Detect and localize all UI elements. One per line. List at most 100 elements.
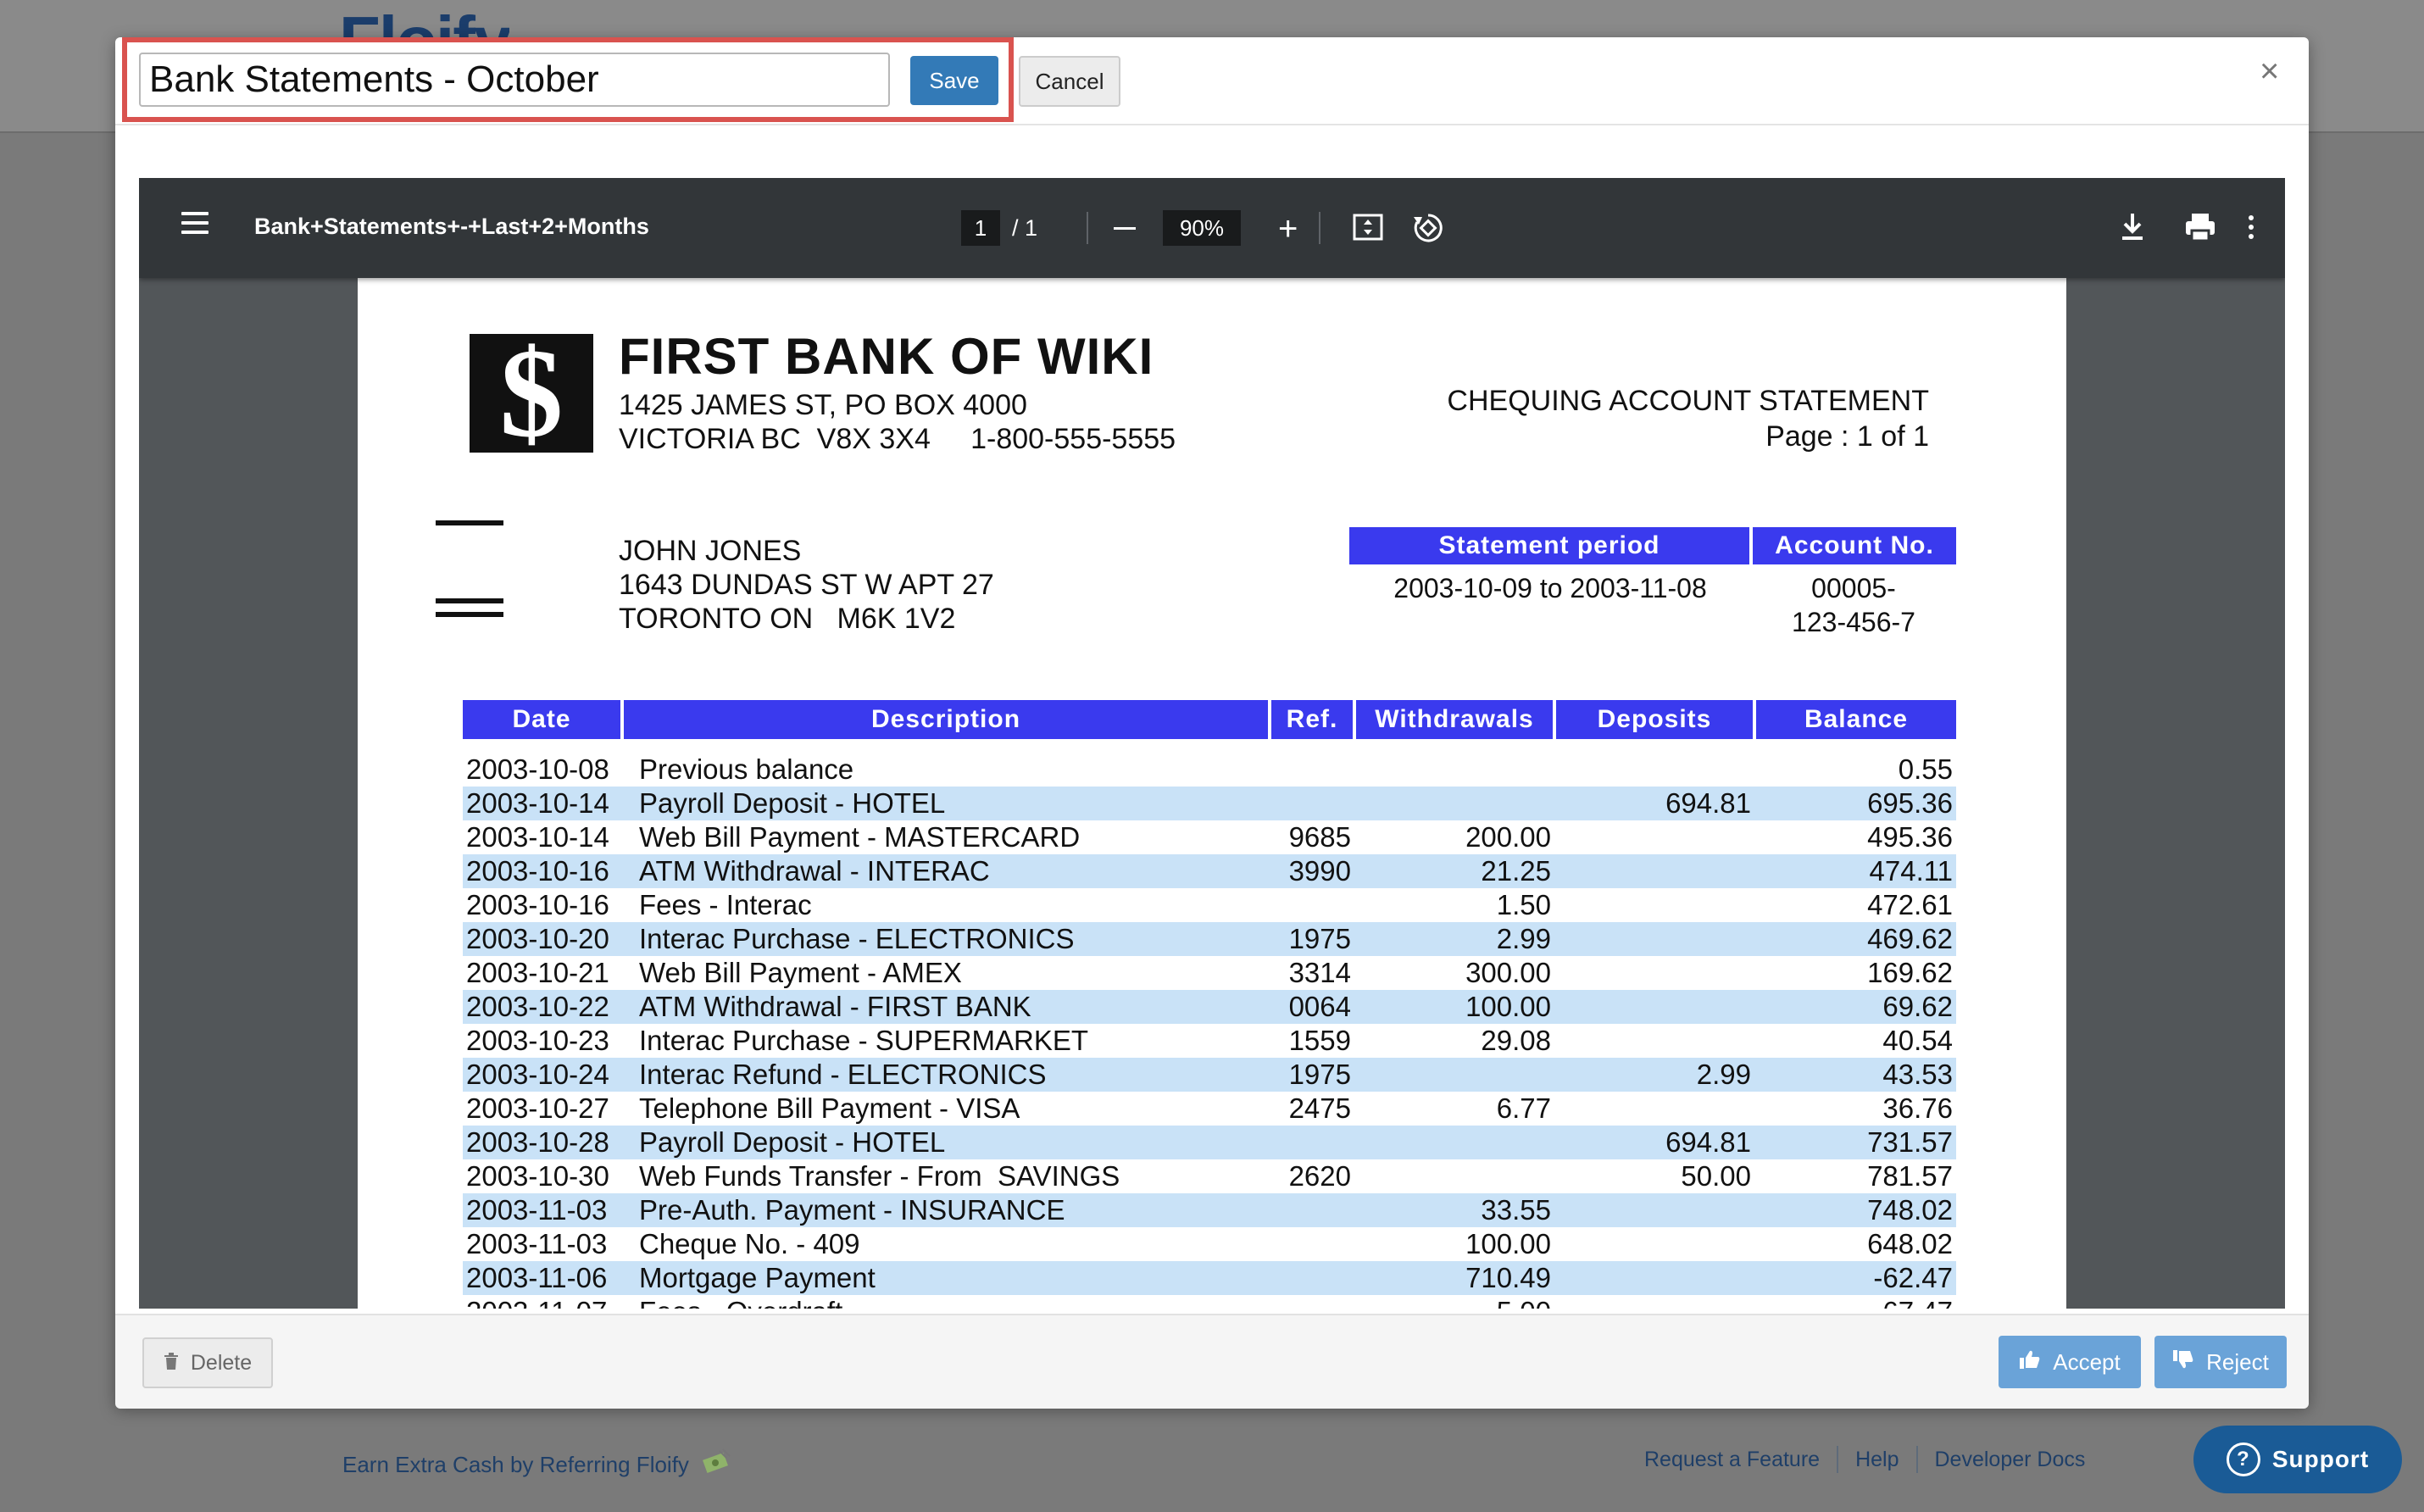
help-link[interactable]: Help bbox=[1855, 1448, 1899, 1472]
bank-name: FIRST BANK OF WIKI bbox=[619, 328, 1154, 385]
pdf-page: $ FIRST BANK OF WIKI 1425 JAMES ST, PO B… bbox=[358, 278, 2066, 1309]
table-row: 2003-10-16 Fees - Interac 1.50 472.61 bbox=[463, 888, 1956, 922]
cell-deposits: 694.81 bbox=[1554, 1126, 1754, 1159]
fit-page-icon[interactable] bbox=[1351, 210, 1385, 248]
cancel-button[interactable]: Cancel bbox=[1019, 56, 1120, 107]
cell-ref: 1559 bbox=[1288, 1025, 1351, 1056]
cell-withdrawals: 29.08 bbox=[1481, 1025, 1551, 1056]
cell-deposits bbox=[1554, 1024, 1754, 1058]
delete-button[interactable]: Delete bbox=[142, 1337, 273, 1388]
print-icon[interactable] bbox=[2183, 210, 2217, 248]
statement-period-header: Statement period bbox=[1349, 527, 1753, 564]
transactions-table: Date Description Ref. Withdrawals Deposi… bbox=[463, 700, 1956, 1309]
table-spacer bbox=[463, 739, 1956, 753]
cell-deposits: 50.00 bbox=[1681, 1160, 1751, 1192]
more-options-icon[interactable] bbox=[2244, 210, 2258, 248]
table-row: 2003-11-03 Pre-Auth. Payment - INSURANCE 3… bbox=[463, 1193, 1956, 1227]
customer-address-line: TORONTO ON M6K 1V2 bbox=[619, 603, 956, 635]
cell-deposits bbox=[1554, 888, 1754, 922]
cell-description: Web Funds Transfer - From SAVINGS bbox=[639, 1160, 1120, 1192]
bank-logo: $ bbox=[470, 330, 593, 457]
developer-docs-link[interactable]: Developer Docs bbox=[1935, 1448, 2086, 1472]
customer-address-line: 1643 DUNDAS ST W APT 27 bbox=[619, 569, 994, 601]
pdf-filename: Bank+Statements+-+Last+2+Months bbox=[254, 214, 649, 239]
cell-balance: 472.61 bbox=[1867, 889, 1953, 920]
modal-footer: Delete Accept Reject bbox=[115, 1314, 2309, 1409]
cell-deposits bbox=[1554, 1193, 1754, 1227]
cell-withdrawals bbox=[1354, 1058, 1554, 1092]
transactions-header-row: Date Description Ref. Withdrawals Deposi… bbox=[463, 700, 1956, 739]
cell-deposits: 2.99 bbox=[1554, 1058, 1754, 1092]
cell-date: 2003-10-27 bbox=[466, 1092, 609, 1124]
referral-link[interactable]: Earn Extra Cash by Referring Floify bbox=[342, 1452, 689, 1478]
cell-deposits bbox=[1554, 1261, 1754, 1295]
page-total: / 1 bbox=[1012, 215, 1038, 241]
cell-ref: 3990 bbox=[1270, 854, 1354, 888]
menu-icon[interactable] bbox=[181, 212, 208, 240]
cell-deposits bbox=[1554, 922, 1754, 956]
cell-ref: 9685 bbox=[1288, 821, 1351, 853]
cell-withdrawals: 710.49 bbox=[1354, 1261, 1554, 1295]
separator-mark bbox=[436, 612, 503, 617]
save-button[interactable]: Save bbox=[910, 56, 998, 105]
cell-date: 2003-11-06 bbox=[463, 1261, 622, 1295]
cell-balance: 648.02 bbox=[1867, 1228, 1953, 1259]
request-feature-link[interactable]: Request a Feature bbox=[1644, 1448, 1820, 1472]
table-row: 2003-10-21 Web Bill Payment - AMEX 3314 300… bbox=[463, 956, 1956, 990]
rotate-icon[interactable] bbox=[1410, 210, 1446, 250]
cell-balance: -67.47 bbox=[1754, 1295, 1956, 1309]
cell-balance: 69.62 bbox=[1754, 990, 1956, 1024]
cell-withdrawals bbox=[1354, 1159, 1554, 1193]
reject-button[interactable]: Reject bbox=[2154, 1336, 2287, 1388]
referral-link-container[interactable]: Earn Extra Cash by Referring Floify bbox=[342, 1448, 731, 1482]
pdf-viewer[interactable]: Bank+Statements+-+Last+2+Months 1 / 1 90… bbox=[139, 178, 2285, 1309]
table-row: 2003-10-23 Interac Purchase - SUPERMARKET… bbox=[463, 1024, 1956, 1058]
cell-description: Interac Purchase - ELECTRONICS bbox=[622, 922, 1270, 956]
document-title-input[interactable] bbox=[139, 53, 890, 107]
help-circle-icon: ? bbox=[2226, 1443, 2260, 1476]
cell-withdrawals bbox=[1354, 787, 1554, 820]
cell-balance: 495.36 bbox=[1867, 821, 1953, 853]
close-icon[interactable]: × bbox=[2260, 54, 2279, 88]
cell-withdrawals: 200.00 bbox=[1465, 821, 1551, 853]
cell-date: 2003-10-14 bbox=[463, 787, 622, 820]
zoom-in-icon[interactable]: + bbox=[1278, 212, 1298, 246]
thumbs-down-icon bbox=[2172, 1349, 2194, 1376]
support-button[interactable]: ? Support bbox=[2193, 1426, 2402, 1493]
cell-description: Fees - Interac bbox=[639, 889, 812, 920]
cell-ref: 0064 bbox=[1270, 990, 1354, 1024]
table-row: 2003-10-14 Payroll Deposit - HOTEL 694.81 6… bbox=[463, 787, 1956, 820]
cell-deposits bbox=[1554, 854, 1754, 888]
page-number-input[interactable]: 1 bbox=[961, 210, 1000, 246]
table-row: 2003-10-30 Web Funds Transfer - From SAVI… bbox=[463, 1159, 1956, 1193]
table-row: 2003-10-27 Telephone Bill Payment - VISA 2… bbox=[463, 1092, 1956, 1126]
download-icon[interactable] bbox=[2117, 210, 2148, 248]
zoom-level-input[interactable]: 90% bbox=[1163, 210, 1241, 246]
customer-name: JOHN JONES bbox=[619, 535, 802, 567]
zoom-out-icon[interactable] bbox=[1114, 227, 1136, 230]
cell-description: Fees - Overdraft bbox=[622, 1295, 1270, 1309]
cell-description: Pre-Auth. Payment - INSURANCE bbox=[622, 1193, 1270, 1227]
cell-ref: 1975 bbox=[1270, 922, 1354, 956]
cell-withdrawals: 100.00 bbox=[1354, 990, 1554, 1024]
cell-deposits bbox=[1554, 990, 1754, 1024]
modal-header: Save Cancel × bbox=[115, 37, 2309, 125]
cell-date: 2003-10-30 bbox=[466, 1160, 609, 1192]
cell-date: 2003-10-21 bbox=[466, 957, 609, 988]
cell-balance: 469.62 bbox=[1754, 922, 1956, 956]
footer-divider bbox=[1837, 1446, 1839, 1473]
cell-date: 2003-11-03 bbox=[466, 1228, 608, 1259]
column-header: Deposits bbox=[1554, 700, 1756, 739]
pdf-toolbar: Bank+Statements+-+Last+2+Months 1 / 1 90… bbox=[139, 178, 2285, 278]
cell-deposits bbox=[1554, 753, 1754, 787]
column-header: Date bbox=[463, 700, 624, 739]
cell-date: 2003-10-16 bbox=[466, 889, 609, 920]
cell-ref bbox=[1270, 753, 1354, 787]
cell-ref bbox=[1270, 1227, 1354, 1261]
statement-period-value: 2003-10-09 to 2003-11-08 bbox=[1393, 573, 1707, 603]
cell-balance: 748.02 bbox=[1754, 1193, 1956, 1227]
cell-balance: 36.76 bbox=[1882, 1092, 1953, 1124]
cell-deposits bbox=[1554, 1227, 1754, 1261]
money-icon bbox=[701, 1448, 731, 1482]
accept-button[interactable]: Accept bbox=[1999, 1336, 2141, 1388]
